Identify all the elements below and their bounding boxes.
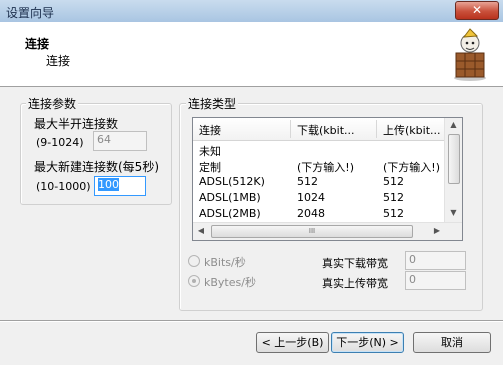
list-cell: ADSL(2MB) xyxy=(199,207,261,220)
list-cell: ADSL(512K) xyxy=(199,175,265,188)
column-header-upload[interactable]: 上传(kbit... xyxy=(383,122,441,138)
scroll-right-icon[interactable]: ▶ xyxy=(431,226,443,235)
horizontal-scrollbar[interactable]: ◀ III ▶ xyxy=(193,222,462,240)
half-open-range: (9-1024) xyxy=(36,136,84,149)
list-cell: ADSL(1MB) xyxy=(199,191,261,204)
list-item[interactable]: ADSL(1MB) 1024 512 xyxy=(193,190,444,205)
kbytes-radio[interactable] xyxy=(188,275,200,287)
next-button[interactable]: 下一步(N) > xyxy=(331,332,404,353)
kbits-label: kBits/秒 xyxy=(204,256,246,269)
new-conn-label: 最大新建连接数(每5秒) xyxy=(34,160,159,174)
list-cell: 未知 xyxy=(199,145,221,158)
scroll-up-icon[interactable]: ▲ xyxy=(445,120,462,129)
list-header: 连接 下载(kbit... 上传(kbit... xyxy=(193,118,444,141)
list-cell: 512 xyxy=(383,175,404,188)
params-group-label: 连接参数 xyxy=(26,95,79,112)
conn-type-list[interactable]: 连接 下载(kbit... 上传(kbit... 未知 定制 (下方输入!) (… xyxy=(192,117,463,241)
list-cell: 512 xyxy=(383,207,404,220)
list-cell: (下方输入!) xyxy=(297,161,354,174)
list-item[interactable]: ADSL(2MB) 2048 512 xyxy=(193,206,444,221)
list-cell: 512 xyxy=(383,191,404,204)
upload-bandwidth-label: 真实上传带宽 xyxy=(322,277,388,290)
half-open-label: 最大半开连接数 xyxy=(34,117,119,131)
wizard-header: 连接 连接 xyxy=(0,22,503,87)
download-bandwidth-input[interactable]: 0 xyxy=(405,251,466,270)
column-header-download[interactable]: 下载(kbit... xyxy=(297,122,373,138)
list-cell: 定制 xyxy=(199,161,221,174)
list-cell: 512 xyxy=(297,175,318,188)
list-item[interactable]: 未知 xyxy=(193,142,444,158)
new-conn-input[interactable]: 100 xyxy=(94,176,146,196)
list-cell: 2048 xyxy=(297,207,325,220)
prev-button[interactable]: < 上一步(B) xyxy=(256,332,329,353)
conn-type-group-label: 连接类型 xyxy=(186,95,239,112)
vertical-scroll-thumb[interactable] xyxy=(448,134,460,184)
footer-divider xyxy=(0,320,503,322)
new-conn-range: (10-1000) xyxy=(36,180,91,193)
list-cell: 1024 xyxy=(297,191,325,204)
header-title: 连接 xyxy=(25,37,50,51)
list-item[interactable]: 定制 (下方输入!) (下方输入!) xyxy=(193,158,444,174)
vertical-scrollbar[interactable]: ▲ ▼ xyxy=(444,118,462,223)
list-item[interactable]: ADSL(512K) 512 512 xyxy=(193,174,444,189)
download-bandwidth-label: 真实下载带宽 xyxy=(322,257,388,270)
window-title: 设置向导 xyxy=(6,6,55,20)
wizard-box-icon xyxy=(454,28,486,81)
scroll-down-icon[interactable]: ▼ xyxy=(445,208,462,217)
list-cell: (下方输入!) xyxy=(383,161,440,174)
scroll-left-icon[interactable]: ◀ xyxy=(195,226,207,235)
scroll-thumb-grip: III xyxy=(308,227,316,235)
title-bar: 设置向导 ✕ xyxy=(0,0,503,23)
horizontal-scroll-thumb[interactable]: III xyxy=(211,225,413,238)
header-subtitle: 连接 xyxy=(46,54,71,68)
half-open-input[interactable]: 64 xyxy=(93,131,147,151)
kbytes-label: kBytes/秒 xyxy=(204,276,256,289)
close-button[interactable]: ✕ xyxy=(455,1,499,20)
column-header-type[interactable]: 连接 xyxy=(199,122,289,138)
cancel-button[interactable]: 取消 xyxy=(413,332,491,353)
new-conn-value: 100 xyxy=(98,178,119,191)
upload-bandwidth-input[interactable]: 0 xyxy=(405,271,466,290)
kbits-radio[interactable] xyxy=(188,255,200,267)
